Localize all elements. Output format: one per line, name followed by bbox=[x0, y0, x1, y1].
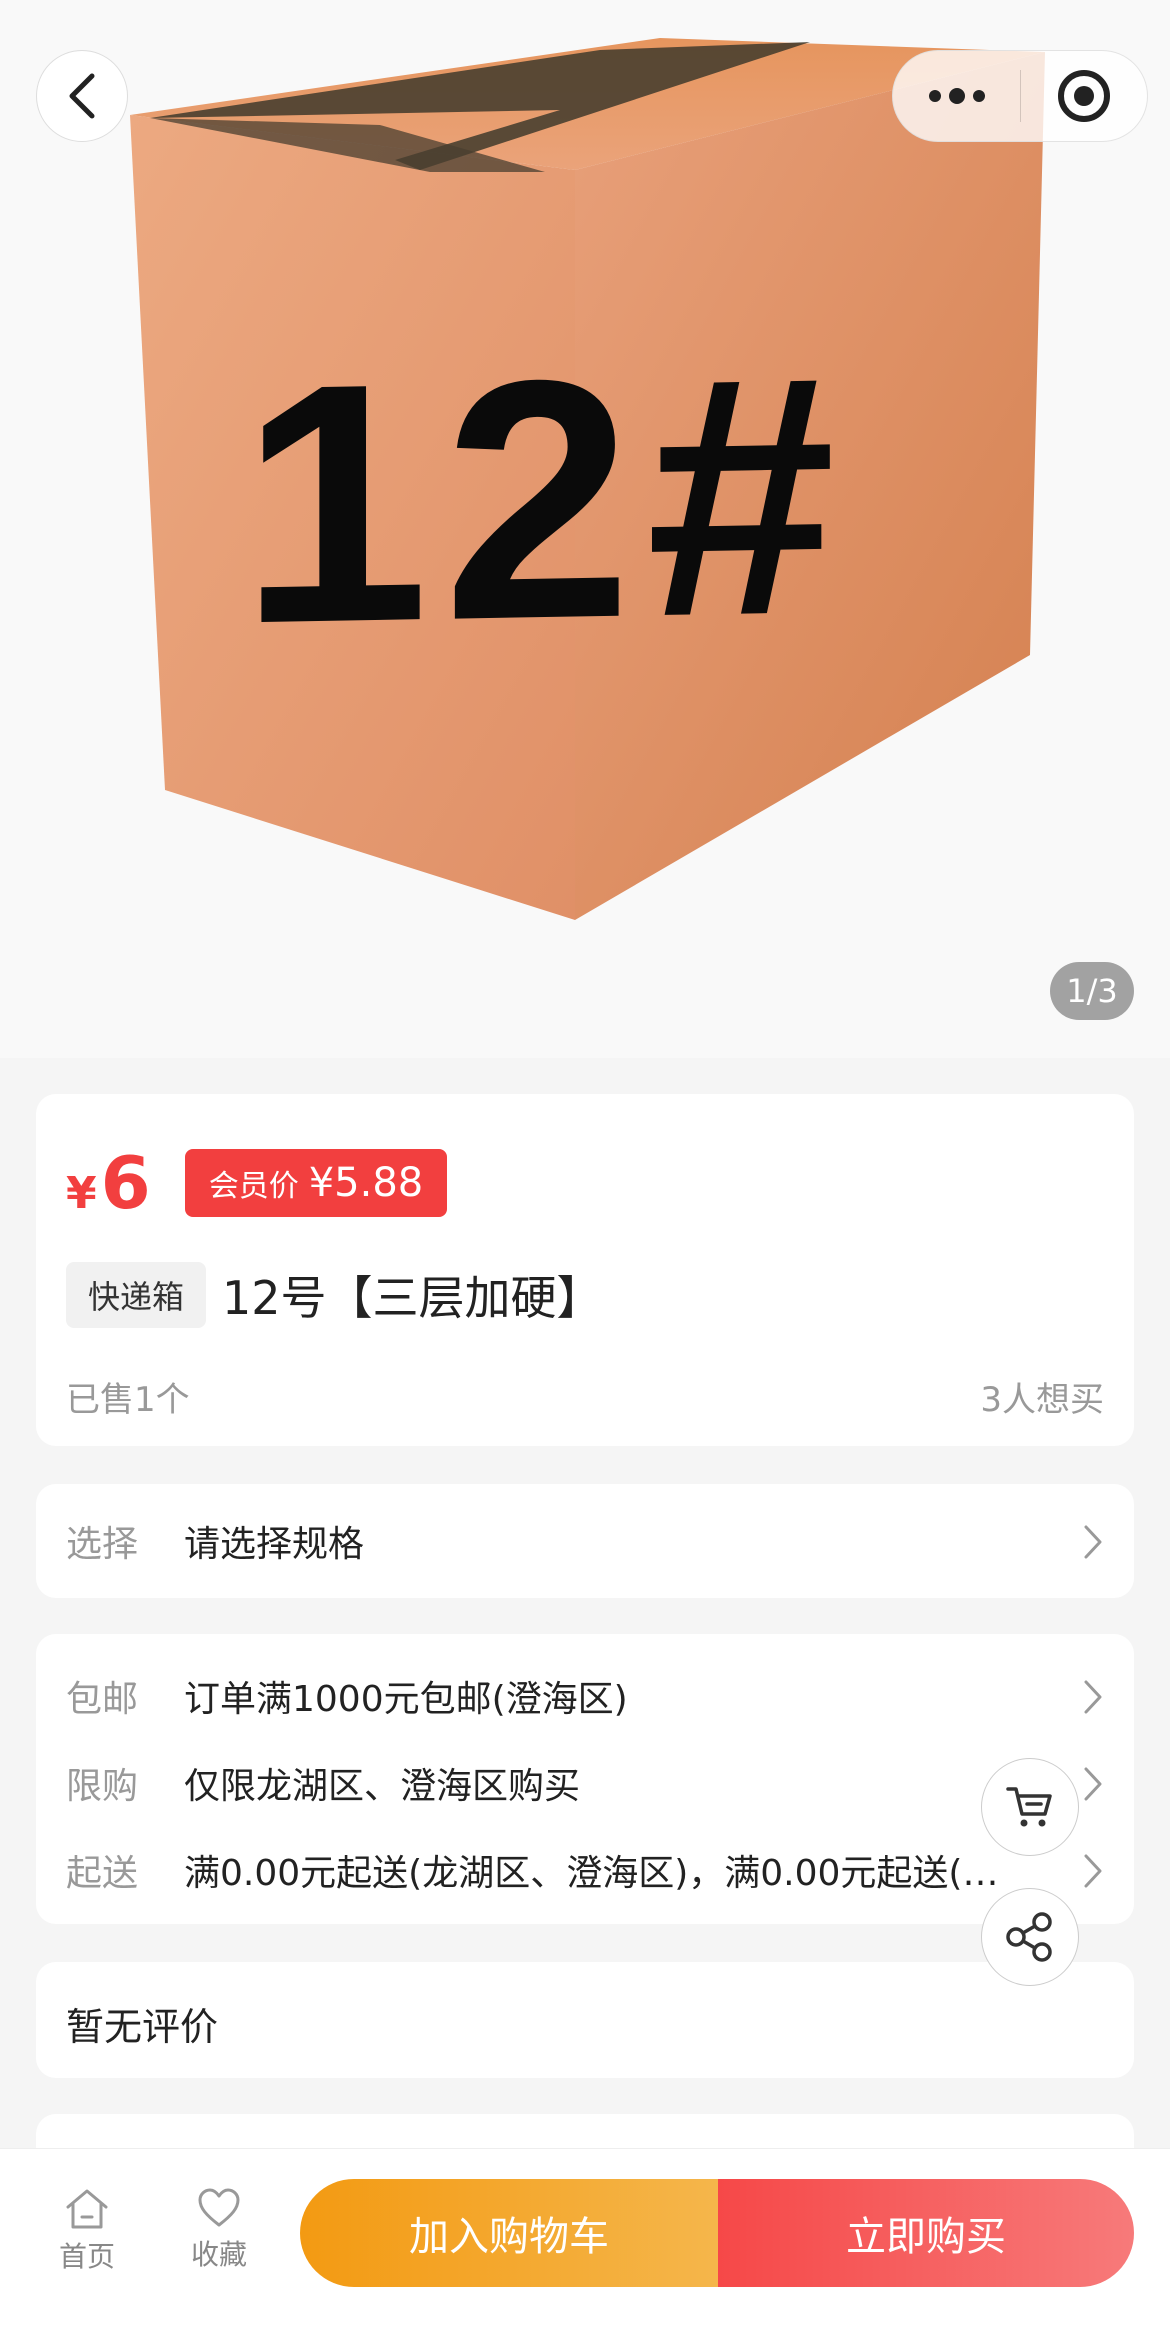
share-icon bbox=[1006, 1912, 1052, 1962]
member-price-badge: 会员价 ¥5.88 bbox=[184, 1148, 448, 1217]
spec-selector[interactable]: 选择 请选择规格 bbox=[36, 1484, 1134, 1598]
box-size-label: 12# bbox=[240, 304, 850, 696]
favorite-tab[interactable]: 收藏 bbox=[169, 2187, 269, 2273]
close-program-button[interactable] bbox=[1021, 50, 1147, 142]
bottom-action-bar: 首页 收藏 加入购物车 立即购买 bbox=[0, 2148, 1170, 2341]
heart-icon bbox=[198, 2188, 240, 2227]
more-button[interactable] bbox=[893, 50, 1020, 142]
price-card: ¥ 6 会员价 ¥5.88 快递箱 12号【三层加硬】 已售1个 3人想买 bbox=[36, 1094, 1134, 1446]
chevron-right-icon bbox=[1084, 1525, 1102, 1559]
spec-row[interactable]: 选择 请选择规格 bbox=[66, 1511, 1104, 1571]
policy-value: 订单满1000元包邮(澄海区) bbox=[184, 1679, 628, 1720]
buy-now-button[interactable]: 立即购买 bbox=[718, 2179, 1134, 2287]
image-counter: 1/3 bbox=[1050, 962, 1134, 1020]
want-count: 3人想买 bbox=[980, 1380, 1104, 1420]
policy-card: 包邮 订单满1000元包邮(澄海区) 限购 仅限龙湖区、澄海区购买 起送 满0.… bbox=[36, 1634, 1134, 1924]
home-tab[interactable]: 首页 bbox=[37, 2187, 137, 2275]
chevron-right-icon bbox=[1084, 1767, 1102, 1801]
back-chevron-icon bbox=[69, 73, 95, 119]
currency-symbol: ¥ bbox=[66, 1168, 97, 1219]
spec-value: 请选择规格 bbox=[184, 1524, 365, 1565]
cta-group: 加入购物车 立即购买 bbox=[300, 2179, 1134, 2287]
category-tag: 快递箱 bbox=[66, 1262, 207, 1328]
floating-share-button[interactable] bbox=[981, 1888, 1079, 1986]
policy-row-min-order[interactable]: 起送 满0.00元起送(龙湖区、澄海区)，满0.00元起送(… bbox=[66, 1840, 1104, 1900]
member-price-label: 会员价 bbox=[208, 1168, 299, 1204]
policy-value: 满0.00元起送(龙湖区、澄海区)，满0.00元起送(… bbox=[184, 1853, 999, 1894]
policy-row-limit[interactable]: 限购 仅限龙湖区、澄海区购买 bbox=[66, 1753, 1104, 1813]
policy-key: 包邮 bbox=[66, 1679, 139, 1720]
policy-key: 起送 bbox=[66, 1853, 139, 1894]
product-title-row: 快递箱 12号【三层加硬】 bbox=[66, 1262, 603, 1328]
sold-count: 已售1个 bbox=[66, 1380, 190, 1420]
policy-key: 限购 bbox=[66, 1766, 139, 1807]
cart-icon bbox=[1006, 1787, 1052, 1827]
product-image-carousel[interactable]: 12# 1/3 bbox=[0, 0, 1170, 1058]
member-price-value: ¥5.88 bbox=[308, 1159, 424, 1206]
home-icon bbox=[66, 2189, 108, 2229]
spec-key: 选择 bbox=[66, 1524, 139, 1565]
policy-row-shipping[interactable]: 包邮 订单满1000元包邮(澄海区) bbox=[66, 1666, 1104, 1726]
review-empty-text: 暂无评价 bbox=[66, 2005, 219, 2049]
chevron-right-icon bbox=[1084, 1680, 1102, 1714]
home-tab-label: 首页 bbox=[58, 2240, 115, 2273]
add-to-cart-button[interactable]: 加入购物车 bbox=[300, 2179, 718, 2287]
price-value: 6 bbox=[100, 1140, 151, 1225]
chevron-right-icon bbox=[1084, 1854, 1102, 1888]
policy-value: 仅限龙湖区、澄海区购买 bbox=[184, 1766, 581, 1807]
product-title: 12号【三层加硬】 bbox=[222, 1271, 603, 1325]
target-icon bbox=[1057, 70, 1110, 122]
price-row: ¥ 6 会员价 ¥5.88 bbox=[66, 1140, 448, 1225]
favorite-tab-label: 收藏 bbox=[190, 2238, 247, 2271]
floating-cart-button[interactable] bbox=[981, 1758, 1079, 1856]
mini-program-capsule bbox=[892, 50, 1148, 142]
back-button[interactable] bbox=[36, 50, 128, 142]
review-card[interactable]: 暂无评价 bbox=[36, 1962, 1134, 2078]
more-dots-icon bbox=[928, 88, 985, 104]
